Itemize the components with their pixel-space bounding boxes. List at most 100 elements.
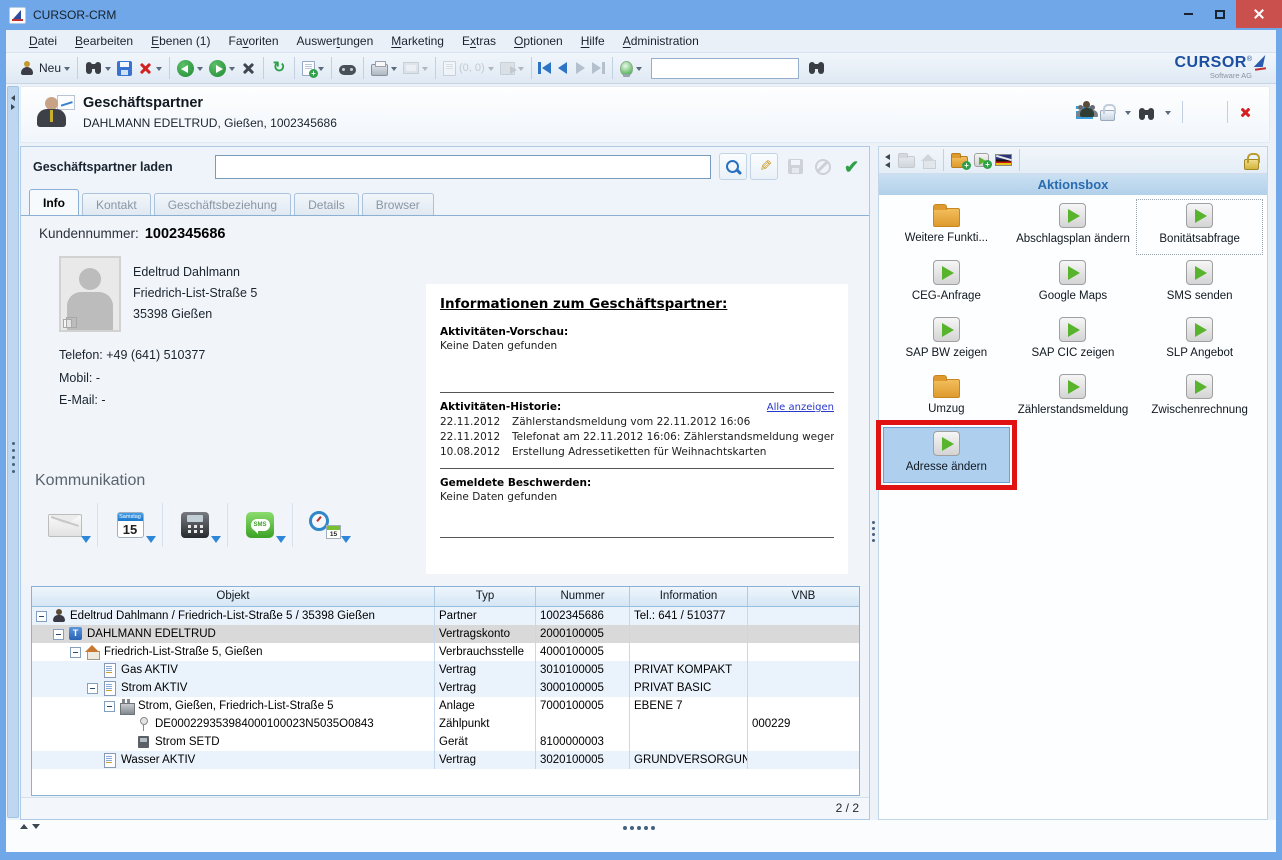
edit-button[interactable] bbox=[750, 153, 778, 180]
menu-ebenen-1[interactable]: Ebenen (1) bbox=[142, 30, 219, 52]
header-search-icon[interactable] bbox=[1138, 108, 1155, 121]
table-row[interactable]: DE000229353984000100023N5035O0843Zählpun… bbox=[32, 715, 859, 733]
table-row[interactable]: Strom, Gießen, Friedrich-List-Straße 5An… bbox=[32, 697, 859, 715]
new-folder-button[interactable] bbox=[948, 147, 971, 173]
back-button[interactable] bbox=[174, 55, 206, 81]
tree-expander-icon[interactable] bbox=[53, 629, 64, 640]
appointment-button[interactable]: Samstag 15 bbox=[102, 499, 158, 551]
column-objekt[interactable]: Objekt bbox=[32, 587, 435, 606]
email-dropdown-icon[interactable] bbox=[81, 536, 91, 548]
tree-expander-icon[interactable] bbox=[87, 683, 98, 694]
loader-search-input[interactable] bbox=[215, 155, 711, 179]
action-zählerstandsmeldung[interactable]: Zählerstandsmeldung bbox=[1010, 370, 1137, 426]
forward-button[interactable] bbox=[206, 55, 238, 81]
close-button[interactable] bbox=[1236, 0, 1282, 28]
action-abschlagsplan-ändern[interactable]: Abschlagsplan ändern bbox=[1010, 199, 1137, 255]
minimize-button[interactable] bbox=[1172, 0, 1204, 28]
menu-hilfe[interactable]: Hilfe bbox=[572, 30, 614, 52]
left-splitter[interactable] bbox=[7, 86, 19, 818]
action-ceg-anfrage[interactable]: CEG-Anfrage bbox=[883, 256, 1010, 312]
action-zwischenrechnung[interactable]: Zwischenrechnung bbox=[1136, 370, 1263, 426]
quick-search-button[interactable] bbox=[805, 55, 828, 81]
print-button[interactable] bbox=[368, 55, 400, 81]
panel-collapse-arrows[interactable] bbox=[885, 153, 891, 167]
new-button[interactable]: Neu bbox=[16, 55, 73, 81]
action-sap-bw-zeigen[interactable]: SAP BW zeigen bbox=[883, 313, 1010, 369]
action-umzug[interactable]: Umzug bbox=[883, 370, 1010, 426]
action-sap-cic-zeigen[interactable]: SAP CIC zeigen bbox=[1010, 313, 1137, 369]
menu-administration[interactable]: Administration bbox=[614, 30, 708, 52]
header-search-dropdown-icon[interactable] bbox=[1165, 111, 1171, 118]
action-adresse-ändern[interactable]: Adresse ändern bbox=[883, 427, 1010, 483]
appointment-dropdown-icon[interactable] bbox=[146, 536, 156, 548]
bottom-collapse-arrows[interactable] bbox=[20, 823, 44, 831]
reminder-dropdown-icon[interactable] bbox=[341, 536, 351, 548]
menu-datei[interactable]: Datei bbox=[20, 30, 66, 52]
new-action-button[interactable] bbox=[971, 147, 992, 173]
maximize-button[interactable] bbox=[1204, 0, 1236, 28]
sms-dropdown-icon[interactable] bbox=[276, 536, 286, 548]
cancel-button[interactable] bbox=[238, 55, 259, 81]
tab-geschäftsbeziehung[interactable]: Geschäftsbeziehung bbox=[154, 193, 291, 215]
sms-button[interactable]: SMS bbox=[232, 499, 288, 551]
actionbox-lock-icon[interactable] bbox=[1244, 159, 1259, 170]
table-row[interactable]: Wasser AKTIVVertrag3020100005GRUNDVERSOR… bbox=[32, 751, 859, 769]
table-row[interactable]: Strom AKTIVVertrag3000100005PRIVAT BASIC bbox=[32, 679, 859, 697]
refresh-button[interactable] bbox=[268, 55, 290, 81]
mid-splitter[interactable] bbox=[870, 146, 878, 820]
menu-favoriten[interactable]: Favoriten bbox=[219, 30, 287, 52]
action-google-maps[interactable]: Google Maps bbox=[1010, 256, 1137, 312]
lock-dropdown-icon[interactable] bbox=[1125, 111, 1131, 118]
objekt-cell: Strom AKTIV bbox=[32, 679, 435, 697]
quick-search-input[interactable] bbox=[651, 58, 799, 79]
table-row[interactable]: Friedrich-List-Straße 5, GießenVerbrauch… bbox=[32, 643, 859, 661]
menu-optionen[interactable]: Optionen bbox=[505, 30, 572, 52]
tree-expander-icon[interactable] bbox=[70, 647, 81, 658]
menu-auswertungen[interactable]: Auswertungen bbox=[288, 30, 383, 52]
confirm-button[interactable] bbox=[839, 153, 867, 180]
table-row[interactable]: Edeltrud Dahlmann / Friedrich-List-Straß… bbox=[32, 607, 859, 625]
tab-info[interactable]: Info bbox=[29, 189, 79, 215]
contact-photo[interactable] bbox=[59, 256, 121, 332]
language-button[interactable] bbox=[992, 147, 1015, 173]
table-row[interactable]: DAHLMANN EDELTRUDVertragskonto2000100005 bbox=[32, 625, 859, 643]
workflow-button[interactable] bbox=[336, 55, 359, 81]
alle-anzeigen-link[interactable]: Alle anzeigen bbox=[767, 402, 834, 413]
phone-button[interactable] bbox=[167, 499, 223, 551]
nav-prev-button[interactable] bbox=[555, 60, 571, 76]
loader-search-button[interactable] bbox=[719, 153, 747, 180]
lock-icon[interactable] bbox=[1100, 110, 1115, 121]
email-button[interactable] bbox=[37, 499, 93, 551]
status-lamp-button[interactable] bbox=[617, 55, 645, 81]
group-icon[interactable] bbox=[1194, 104, 1216, 121]
search-button[interactable] bbox=[82, 55, 114, 81]
bottom-splitter-grip[interactable] bbox=[623, 826, 627, 830]
tab-kontakt[interactable]: Kontakt bbox=[82, 193, 151, 215]
table-row[interactable]: Strom SETDGerät8100000003 bbox=[32, 733, 859, 751]
action-slp-angebot[interactable]: SLP Angebot bbox=[1136, 313, 1263, 369]
column-typ[interactable]: Typ bbox=[435, 587, 536, 606]
typ-cell: Anlage bbox=[435, 697, 536, 715]
column-nummer[interactable]: Nummer bbox=[536, 587, 630, 606]
menu-extras[interactable]: Extras bbox=[453, 30, 505, 52]
action-sms-senden[interactable]: SMS senden bbox=[1136, 256, 1263, 312]
table-row[interactable]: Gas AKTIVVertrag3010100005PRIVAT KOMPAKT bbox=[32, 661, 859, 679]
action-weitere-funkti[interactable]: Weitere Funkti... bbox=[883, 199, 1010, 255]
tab-details[interactable]: Details bbox=[294, 193, 359, 215]
delete-button[interactable] bbox=[135, 55, 165, 81]
save-button[interactable] bbox=[114, 55, 135, 81]
close-view-icon[interactable] bbox=[1239, 106, 1251, 118]
action-bonitätsabfrage[interactable]: Bonitätsabfrage bbox=[1136, 199, 1263, 255]
tree-expander-icon[interactable] bbox=[36, 611, 47, 622]
phone-dropdown-icon[interactable] bbox=[211, 536, 221, 548]
reminder-button[interactable]: 15 bbox=[297, 499, 353, 551]
column-information[interactable]: Information bbox=[630, 587, 748, 606]
new-document-button[interactable] bbox=[299, 55, 327, 81]
tree-expander-icon[interactable] bbox=[104, 701, 115, 712]
nav-first-button[interactable] bbox=[537, 60, 553, 76]
tab-browser[interactable]: Browser bbox=[362, 193, 434, 215]
new-dropdown-icon[interactable] bbox=[64, 67, 70, 74]
column-vnb[interactable]: VNB bbox=[748, 587, 859, 606]
menu-bearbeiten[interactable]: Bearbeiten bbox=[66, 30, 142, 52]
menu-marketing[interactable]: Marketing bbox=[382, 30, 453, 52]
